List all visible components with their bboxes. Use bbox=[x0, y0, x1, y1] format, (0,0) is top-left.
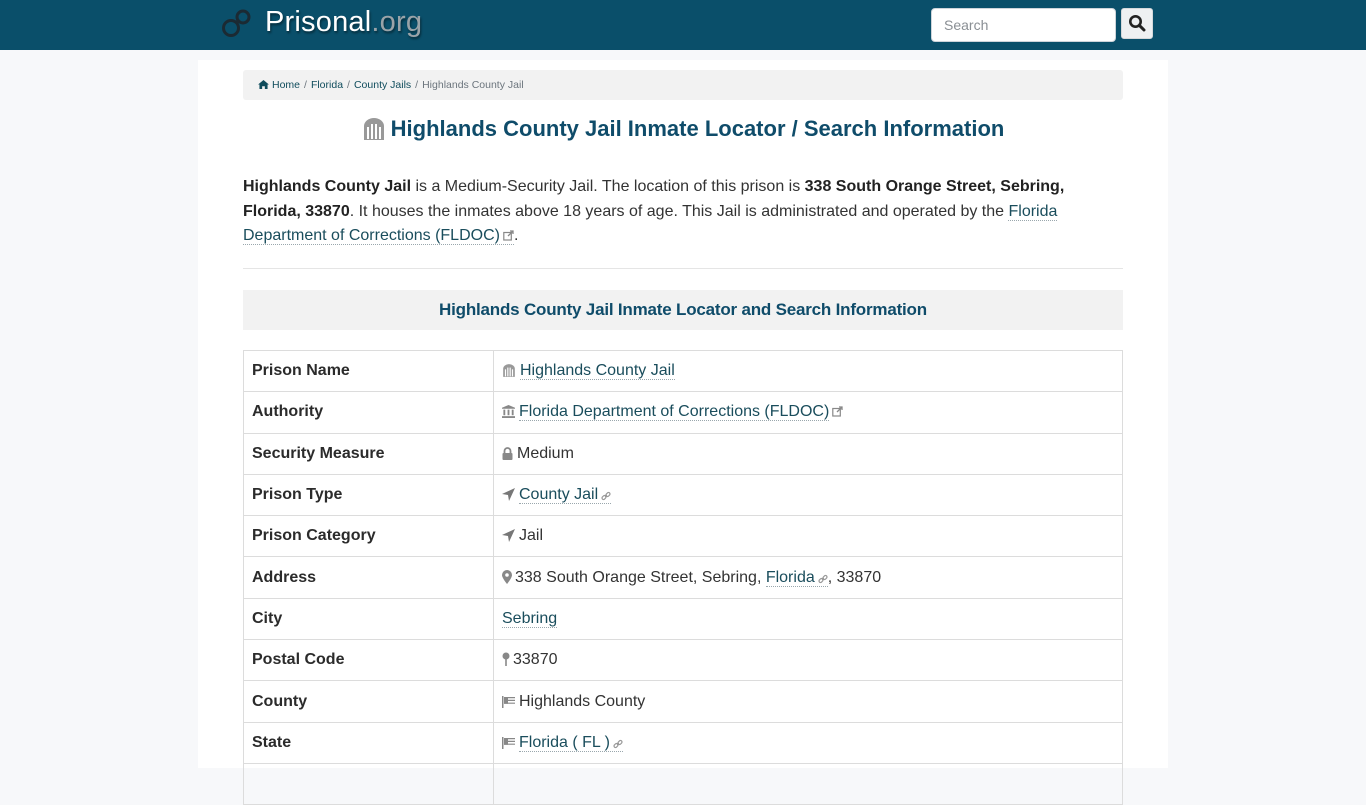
flag-icon bbox=[502, 695, 515, 708]
security-value: Medium bbox=[517, 444, 574, 462]
row-value: Florida Department of Corrections (FLDOC… bbox=[493, 391, 1123, 434]
row-label: Authority bbox=[243, 391, 494, 434]
main-content: Home / Florida / County Jails / Highland… bbox=[198, 60, 1168, 805]
prison-icon bbox=[363, 118, 384, 140]
location-arrow-icon bbox=[502, 529, 515, 543]
breadcrumb-separator: / bbox=[415, 79, 419, 91]
table-row-address: Address 338 South Orange Street, Sebring… bbox=[243, 556, 1123, 599]
table-row-state: State Florida ( FL ) bbox=[243, 721, 1123, 764]
row-value: Medium bbox=[493, 432, 1123, 475]
map-pin-icon bbox=[502, 652, 510, 667]
map-marker-icon bbox=[502, 569, 512, 584]
row-label: Prison Category bbox=[243, 515, 494, 558]
row-value: 33870 bbox=[493, 639, 1123, 682]
lock-icon bbox=[502, 446, 513, 460]
breadcrumb-home[interactable]: Home bbox=[258, 79, 300, 91]
search-form bbox=[931, 7, 1153, 42]
row-value: 338 South Orange Street, Sebring, Florid… bbox=[493, 556, 1123, 599]
category-value: Jail bbox=[519, 527, 544, 545]
row-label: County bbox=[243, 680, 494, 723]
top-navbar: Prisonal.org bbox=[0, 0, 1366, 50]
chain-link-icon bbox=[818, 574, 828, 583]
row-label: City bbox=[243, 597, 494, 641]
row-label: Prison Name bbox=[243, 349, 494, 393]
address-text: 338 South Orange Street, Sebring, bbox=[515, 568, 766, 586]
table-row-postal-code: Postal Code 33870 bbox=[243, 639, 1123, 682]
address-postal: , 33870 bbox=[827, 568, 882, 586]
prison-icon bbox=[503, 364, 515, 378]
handcuffs-icon bbox=[222, 9, 251, 37]
table-row-county: County Highlands County bbox=[243, 680, 1123, 723]
divider bbox=[243, 268, 1123, 269]
breadcrumb-current: Highlands County Jail bbox=[422, 79, 524, 91]
breadcrumb-county-jails[interactable]: County Jails bbox=[354, 79, 411, 91]
table-row-prison-name: Prison Name Highlands County Jail bbox=[243, 349, 1123, 393]
row-label bbox=[243, 762, 494, 805]
external-link-icon bbox=[503, 230, 514, 241]
flag-icon bbox=[502, 736, 515, 749]
institution-icon bbox=[502, 405, 515, 419]
row-label: Security Measure bbox=[243, 432, 494, 475]
breadcrumb-separator: / bbox=[304, 79, 307, 91]
search-input[interactable] bbox=[931, 8, 1116, 42]
breadcrumb-separator: / bbox=[347, 79, 350, 91]
county-value: Highlands County bbox=[519, 692, 646, 710]
breadcrumb: Home / Florida / County Jails / Highland… bbox=[243, 70, 1123, 100]
row-value: Jail bbox=[493, 515, 1123, 558]
search-icon bbox=[1129, 15, 1146, 32]
table-row-security-measure: Security Measure Medium bbox=[243, 432, 1123, 475]
row-value: Florida ( FL ) bbox=[493, 721, 1123, 764]
city-link[interactable]: Sebring bbox=[502, 609, 558, 628]
state-link[interactable]: Florida ( FL ) bbox=[519, 733, 623, 752]
table-row-city: City Sebring bbox=[243, 597, 1123, 641]
authority-link[interactable]: Florida Department of Corrections (FLDOC… bbox=[519, 403, 830, 422]
home-icon bbox=[258, 80, 269, 89]
row-value: Highlands County bbox=[493, 680, 1123, 723]
row-value: Sebring bbox=[493, 597, 1123, 641]
row-value: County Jail bbox=[493, 473, 1123, 517]
row-label: Postal Code bbox=[243, 639, 494, 682]
row-value: Highlands County Jail bbox=[493, 349, 1123, 393]
chain-link-icon bbox=[601, 491, 611, 501]
row-label: Prison Type bbox=[243, 473, 494, 517]
brand-logo-link[interactable]: Prisonal.org bbox=[221, 6, 422, 39]
prison-type-link[interactable]: County Jail bbox=[519, 486, 612, 505]
page-title-text: Highlands County Jail Inmate Locator / S… bbox=[390, 116, 1005, 141]
external-link-icon bbox=[832, 406, 843, 418]
postal-code-value: 33870 bbox=[513, 651, 558, 669]
brand-name: Prisonal.org bbox=[265, 6, 423, 38]
row-label: State bbox=[243, 721, 494, 764]
table-row-partial bbox=[243, 762, 1123, 805]
row-label: Address bbox=[243, 556, 494, 599]
section-heading: Highlands County Jail Inmate Locator and… bbox=[243, 290, 1123, 330]
table-row-authority: Authority Florida Department of Correcti… bbox=[243, 391, 1123, 434]
search-button[interactable] bbox=[1121, 7, 1153, 39]
intro-text: is a Medium-Security Jail. The location … bbox=[411, 178, 805, 195]
chain-link-icon bbox=[613, 739, 623, 748]
info-table: Prison Name Highlands County Jail Author… bbox=[243, 349, 1123, 805]
row-value bbox=[493, 762, 1123, 805]
prison-name-link[interactable]: Highlands County Jail bbox=[520, 362, 675, 381]
intro-text: . bbox=[513, 227, 519, 244]
address-state-link[interactable]: Florida bbox=[765, 568, 828, 587]
intro-jail-name: Highlands County Jail bbox=[243, 178, 412, 195]
breadcrumb-florida[interactable]: Florida bbox=[311, 79, 343, 91]
intro-paragraph: Highlands County Jail is a Medium-Securi… bbox=[243, 175, 1123, 249]
table-row-prison-type: Prison Type County Jail bbox=[243, 473, 1123, 517]
intro-text: . It houses the inmates above 18 years o… bbox=[349, 202, 1009, 220]
brand-tld: .org bbox=[371, 6, 423, 38]
table-row-prison-category: Prison Category Jail bbox=[243, 515, 1123, 558]
page-title: Highlands County Jail Inmate Locator / S… bbox=[243, 116, 1123, 142]
location-arrow-icon bbox=[502, 488, 515, 502]
